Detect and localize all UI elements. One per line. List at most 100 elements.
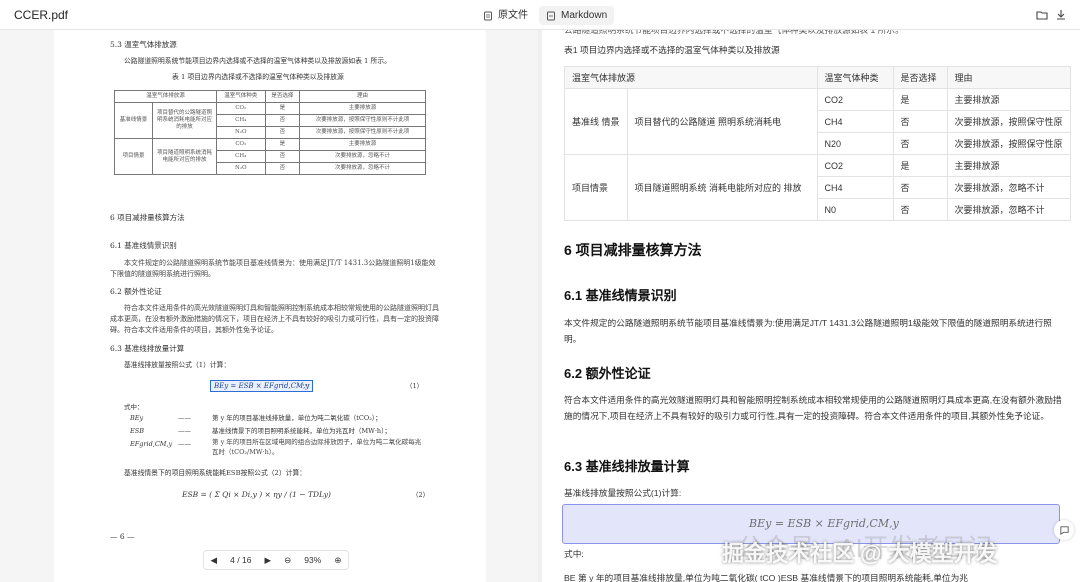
pdf-page-number: — 6 — <box>110 532 135 541</box>
pdf-td: 是 <box>264 138 301 151</box>
pdf-td: 否 <box>264 162 301 175</box>
pdf-table: 温室气体排放源 温室气体种类 是否选择 理由 基准线情景 项目替代的公路隧道照明… <box>114 90 426 175</box>
md-td: 是 <box>892 154 948 177</box>
pdf-table-caption: 表 1 项目边界内选择或不选择的温室气体种类以及排放源 <box>172 73 344 81</box>
pdf-td: 次要排放源，按照保守性原则不计此项 <box>299 114 426 127</box>
md-td: CH4 <box>816 176 894 199</box>
md-td: 次要排放源，忽略不计 <box>946 176 1071 199</box>
pdf-th: 温室气体排放源 <box>114 90 217 103</box>
pdf-paragraph: 基准线情景下的项目照明系统能耗ESB按照公式（2）计算： <box>124 469 307 477</box>
pdf-viewer[interactable]: 5.3 温室气体排放源 公路隧道照明系统节能项目边界内选择或不选择的温室气体种类… <box>0 30 538 582</box>
md-td: 次要排放源，按照保守性原 <box>946 110 1071 133</box>
current-page[interactable]: 4 <box>230 555 235 565</box>
page-separator: / <box>237 555 240 565</box>
pdf-def-dash: —— <box>178 440 191 448</box>
md-td: CO2 <box>816 88 894 111</box>
total-pages: 16 <box>241 555 252 565</box>
pdf-td: 项目替代的公路隧道照明系统消耗电能所对应的排放 <box>152 102 217 139</box>
pdf-td: 否 <box>264 126 301 139</box>
pdf-paragraph: 公路隧道照明系统节能项目边界内选择或不选择的温室气体种类以及排放源如表 1 所示… <box>124 57 391 65</box>
page-indicator: 4 / 16 <box>230 555 251 565</box>
prev-page-icon[interactable]: ◀ <box>211 555 218 566</box>
file-name: CCER.pdf <box>14 8 69 22</box>
pdf-heading-5-3: 5.3 温室气体排放源 <box>110 40 177 49</box>
folder-open-icon[interactable] <box>1034 7 1050 23</box>
pdf-td: CO₂ <box>216 138 266 151</box>
md-td: 项目情景 <box>564 154 628 221</box>
md-th: 温室气体种类 <box>816 66 894 89</box>
pdf-heading-6-3: 6.3 基准线排放量计算 <box>110 344 185 353</box>
formula-more-button[interactable]: ··· <box>302 381 310 391</box>
pdf-where: 式中： <box>124 403 144 411</box>
md-td: 主要排放源 <box>946 154 1071 177</box>
pdf-th: 温室气体种类 <box>216 90 266 103</box>
pdf-th: 是否选择 <box>264 90 301 103</box>
pdf-td: 否 <box>264 114 301 127</box>
pdf-td: CH₄ <box>216 150 266 163</box>
md-paragraph: 基准线排放量按照公式(1)计算: <box>564 488 682 498</box>
pdf-def-text: 第 y 年的项目所在区域电网的组合边际排放因子，单位为吨二氧化碳每兆瓦时（tCO… <box>212 438 422 456</box>
md-td: 否 <box>892 110 948 133</box>
tab-markdown[interactable]: Markdown <box>539 6 615 25</box>
pdf-formula-2-no: （2） <box>412 491 430 499</box>
pdf-formula-1-no: （1） <box>406 382 424 390</box>
md-td: CH4 <box>816 110 894 133</box>
pdf-td: 次要排放源，忽略不计 <box>299 150 426 163</box>
pdf-page: 5.3 温室气体排放源 公路隧道照明系统节能项目边界内选择或不选择的温室气体种类… <box>54 30 486 582</box>
md-td: 次要排放源，按照保守性原 <box>946 132 1071 155</box>
md-heading-6-3: 6.3 基准线排放量计算 <box>564 459 690 474</box>
md-td: CO2 <box>816 154 894 177</box>
pdf-td: 主要排放源 <box>299 102 426 115</box>
md-cut-bottom: BE 第 y 年的项目基准线排放量,单位为吨二氧化碳( tCO )ESB 基准线… <box>564 573 968 582</box>
md-th: 温室气体排放源 <box>564 66 818 89</box>
pdf-td: 次要排放源，忽略不计 <box>299 162 426 175</box>
pdf-td: 主要排放源 <box>299 138 426 151</box>
md-td: 否 <box>892 198 948 221</box>
pdf-td: CH₄ <box>216 114 266 127</box>
md-heading-6-2: 6.2 额外性论证 <box>564 366 651 381</box>
pdf-td: 项目情景 <box>114 138 153 175</box>
chat-icon[interactable] <box>1054 520 1074 540</box>
md-cut-paragraph: 公路隧道照明系统节能项目边界内选择或不选择的温室气体种类以及排放源如表 1 所示… <box>564 30 904 35</box>
tab-original-file-label: 原文件 <box>498 10 528 21</box>
page-navigator: ◀ 4 / 16 ▶ ⊖ 93% ⊕ <box>203 550 349 570</box>
top-bar: CCER.pdf 原文件 Markdown <box>0 0 1080 30</box>
zoom-out-icon[interactable]: ⊖ <box>284 555 291 566</box>
pdf-def-text: 基准线情景下的项目照明系统能耗，单位为兆瓦时（MW·h）； <box>212 427 391 435</box>
markdown-viewer[interactable]: 公路隧道照明系统节能项目边界内选择或不选择的温室气体种类以及排放源如表 1 所示… <box>542 30 1080 582</box>
watermark: 掘金技术社区 @ 大模型开发 <box>722 541 998 566</box>
tab-markdown-label: Markdown <box>561 10 608 21</box>
next-page-icon[interactable]: ▶ <box>264 555 271 566</box>
zoom-in-icon[interactable]: ⊕ <box>334 555 341 566</box>
pdf-td: 项目隧道照明系统消耗电能所对应的排放 <box>152 138 217 175</box>
md-td: 否 <box>892 176 948 199</box>
md-td: 否 <box>892 132 948 155</box>
pdf-td: 是 <box>264 102 301 115</box>
md-td: N0 <box>816 198 894 221</box>
md-heading-6: 6 项目减排量核算方法 <box>564 242 702 258</box>
md-td: 次要排放源，忽略不计 <box>946 198 1071 221</box>
pdf-formula-1[interactable]: BEy = ESB × EFgrid,CM,y <box>210 380 314 392</box>
download-icon[interactable] <box>1053 7 1069 23</box>
md-table: 温室气体排放源 温室气体种类 是否选择 理由 基准线 情景 项目替代的公路隧道 … <box>564 66 1071 221</box>
pdf-th: 理由 <box>299 90 426 103</box>
md-td: 是 <box>892 88 948 111</box>
md-paragraph: 符合本文件适用条件的高光效隧道照明灯具和智能照明控制系统成本相较常规使用的公路隧… <box>564 395 1062 421</box>
pdf-def-text: 第 y 年的项目基准线排放量，单位为吨二氧化碳（tCO₂）； <box>212 414 382 422</box>
pdf-td: N₂O <box>216 126 266 139</box>
pdf-def-dash: —— <box>178 427 191 435</box>
md-td: 项目替代的公路隧道 照明系统消耗电 <box>626 88 818 155</box>
md-table-caption: 表1 项目边界内选择或不选择的温室气体种类以及排放源 <box>564 45 780 55</box>
md-paragraph: 本文件规定的公路隧道照明系统节能项目基准线情景为:使用满足JT/T 1431.3… <box>564 318 1052 344</box>
pdf-paragraph: 符合本文件适用条件的高光效隧道照明灯具和智能照明控制系统成本相较常规使用的公路隧… <box>110 304 439 334</box>
md-td: N20 <box>816 132 894 155</box>
tab-original-file[interactable]: 原文件 <box>476 6 535 25</box>
pdf-td: 否 <box>264 150 301 163</box>
md-th: 理由 <box>946 66 1071 89</box>
md-td: 基准线 情景 <box>564 88 628 155</box>
pdf-def-symbol: BEy <box>130 414 144 422</box>
md-heading-6-1: 6.1 基准线情景识别 <box>564 288 677 303</box>
pdf-paragraph: 基准线排放量按照公式（1）计算： <box>124 361 231 369</box>
pdf-heading-6-1: 6.1 基准线情景识别 <box>110 241 177 250</box>
document-icon <box>484 11 492 20</box>
